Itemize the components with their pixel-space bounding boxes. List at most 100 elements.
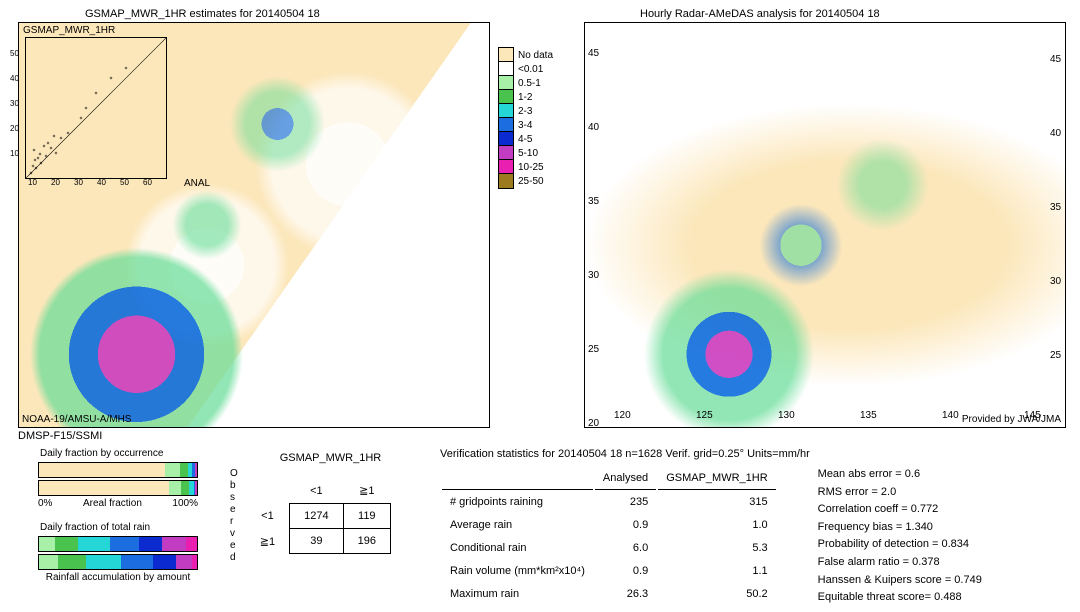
legend-item: 1-2 bbox=[498, 90, 553, 104]
ct-c21: 39 bbox=[290, 529, 343, 554]
legend-label: 5-10 bbox=[518, 148, 538, 159]
verif-row-label: Rain volume (mm*km²x10⁴) bbox=[442, 561, 593, 582]
axis-tick-y-left: 45 bbox=[588, 48, 599, 59]
verif-col-a: Analysed bbox=[595, 468, 656, 490]
left-map-footer2: DMSP-F15/SSMI bbox=[18, 430, 102, 442]
left-map-footer1: NOAA-19/AMSU-A/MHS bbox=[22, 414, 131, 425]
verif-row: Average rain0.91.0 bbox=[442, 515, 776, 536]
verif-row: Conditional rain6.05.3 bbox=[442, 538, 776, 559]
frac-occ-chart: Est Obs 0% Areal fraction 100% bbox=[38, 462, 198, 509]
legend-label: <0.01 bbox=[518, 64, 543, 75]
ct-c12: 119 bbox=[343, 504, 390, 529]
legend-item: 3-4 bbox=[498, 118, 553, 132]
legend-label: 2-3 bbox=[518, 106, 532, 117]
axis-tick-x: 125 bbox=[696, 410, 713, 421]
left-map-title: GSMAP_MWR_1HR estimates for 20140504 18 bbox=[85, 8, 320, 20]
axis-tick-y-left: 25 bbox=[588, 344, 599, 355]
inset-tick-x: 10 bbox=[28, 178, 37, 187]
inset-tick-x: 50 bbox=[120, 178, 129, 187]
verif-row: Rain volume (mm*km²x10⁴)0.91.1 bbox=[442, 561, 776, 582]
legend-label: 25-50 bbox=[518, 176, 544, 187]
verif-row: Maximum rain26.350.2 bbox=[442, 584, 776, 605]
scatter-icon bbox=[26, 38, 166, 178]
verif-row-a: 0.9 bbox=[595, 561, 656, 582]
legend-item: 2-3 bbox=[498, 104, 553, 118]
legend-label: 1-2 bbox=[518, 92, 532, 103]
legend-item: 4-5 bbox=[498, 132, 553, 146]
frac-total-title: Daily fraction of total rain bbox=[40, 522, 150, 533]
axis-tick-y-right: 45 bbox=[1050, 54, 1061, 65]
verif-row-label: Average rain bbox=[442, 515, 593, 536]
inset-tick-y: 30 bbox=[10, 99, 19, 108]
contingency-side: Observed bbox=[230, 468, 240, 564]
score-line: False alarm ratio = 0.378 bbox=[818, 554, 982, 572]
axis-tick-y-right: 40 bbox=[1050, 128, 1061, 139]
score-line: Probability of detection = 0.834 bbox=[818, 536, 982, 554]
legend-label: 0.5-1 bbox=[518, 78, 541, 89]
score-line: RMS error = 2.0 bbox=[818, 484, 982, 502]
verif-row-a: 6.0 bbox=[595, 538, 656, 559]
ct-c11: 1274 bbox=[290, 504, 343, 529]
legend-label: 3-4 bbox=[518, 120, 532, 131]
verif-row-a: 0.9 bbox=[595, 515, 656, 536]
axis-tick-x: 120 bbox=[614, 410, 631, 421]
verif-header: Verification statistics for 20140504 18 … bbox=[440, 448, 982, 460]
inset-tick-y: 20 bbox=[10, 124, 19, 133]
inset-tick-y: 40 bbox=[10, 74, 19, 83]
axis-tick-y-left: 20 bbox=[588, 418, 599, 429]
score-line: Equitable threat score= 0.488 bbox=[818, 589, 982, 607]
verif-row-a: 235 bbox=[595, 492, 656, 513]
axis-tick-y-right: 25 bbox=[1050, 350, 1061, 361]
verif-row: # gridpoints raining235315 bbox=[442, 492, 776, 513]
frac-total-chart: Est Obs Rainfall accumulation by amount bbox=[38, 536, 198, 583]
legend-swatch bbox=[498, 173, 514, 189]
axis-tick-x: 130 bbox=[778, 410, 795, 421]
axis-tick-y-left: 35 bbox=[588, 196, 599, 207]
inset-tick-y: 50 bbox=[10, 49, 19, 58]
frac-occ-title: Daily fraction by occurrence bbox=[40, 448, 163, 459]
verif-row-b: 1.0 bbox=[658, 515, 775, 536]
ct-col1: <1 bbox=[290, 478, 343, 504]
axis-tick-y-right: 30 bbox=[1050, 276, 1061, 287]
score-line: Frequency bias = 1.340 bbox=[818, 519, 982, 537]
frac-x1: Areal fraction bbox=[83, 498, 142, 509]
axis-tick-y-left: 40 bbox=[588, 122, 599, 133]
verif-col-b: GSMAP_MWR_1HR bbox=[658, 468, 775, 490]
right-map: Provided by JWA/JMA bbox=[584, 22, 1066, 428]
legend-label: 4-5 bbox=[518, 134, 532, 145]
verif-row-label: Maximum rain bbox=[442, 584, 593, 605]
verif-row-label: Conditional rain bbox=[442, 538, 593, 559]
legend-item: 0.5-1 bbox=[498, 76, 553, 90]
legend-item: 25-50 bbox=[498, 174, 553, 188]
axis-tick-x: 140 bbox=[942, 410, 959, 421]
right-map-title: Hourly Radar-AMeDAS analysis for 2014050… bbox=[640, 8, 880, 20]
axis-tick-x: 135 bbox=[860, 410, 877, 421]
frac-x2: 100% bbox=[172, 498, 198, 509]
axis-tick-y-left: 30 bbox=[588, 270, 599, 281]
legend-label: 10-25 bbox=[518, 162, 544, 173]
score-line: Mean abs error = 0.6 bbox=[818, 466, 982, 484]
inset-tick-x: 40 bbox=[97, 178, 106, 187]
legend-item: 5-10 bbox=[498, 146, 553, 160]
left-map-inset-label: GSMAP_MWR_1HR bbox=[23, 25, 115, 36]
inset-tick-y: 10 bbox=[10, 149, 19, 158]
verif-row-a: 26.3 bbox=[595, 584, 656, 605]
frac-x0: 0% bbox=[38, 498, 52, 509]
score-line: Correlation coeff = 0.772 bbox=[818, 501, 982, 519]
verif-row-b: 1.1 bbox=[658, 561, 775, 582]
frac-occ-obs: Obs bbox=[38, 480, 198, 496]
inset-tick-x: 60 bbox=[143, 178, 152, 187]
inset-scatter bbox=[25, 37, 167, 179]
axis-tick-x: 145 bbox=[1024, 410, 1041, 421]
legend-label: No data bbox=[518, 50, 553, 61]
legend-item: 10-25 bbox=[498, 160, 553, 174]
provider-label: Provided by JWA/JMA bbox=[962, 414, 1061, 425]
anal-label: ANAL bbox=[184, 178, 210, 189]
verif-row-b: 315 bbox=[658, 492, 775, 513]
inset-tick-x: 30 bbox=[74, 178, 83, 187]
contingency-title: GSMAP_MWR_1HR bbox=[270, 452, 391, 464]
verif-row-b: 5.3 bbox=[658, 538, 775, 559]
legend-item: No data bbox=[498, 48, 553, 62]
verif-row-b: 50.2 bbox=[658, 584, 775, 605]
ct-c22: 196 bbox=[343, 529, 390, 554]
